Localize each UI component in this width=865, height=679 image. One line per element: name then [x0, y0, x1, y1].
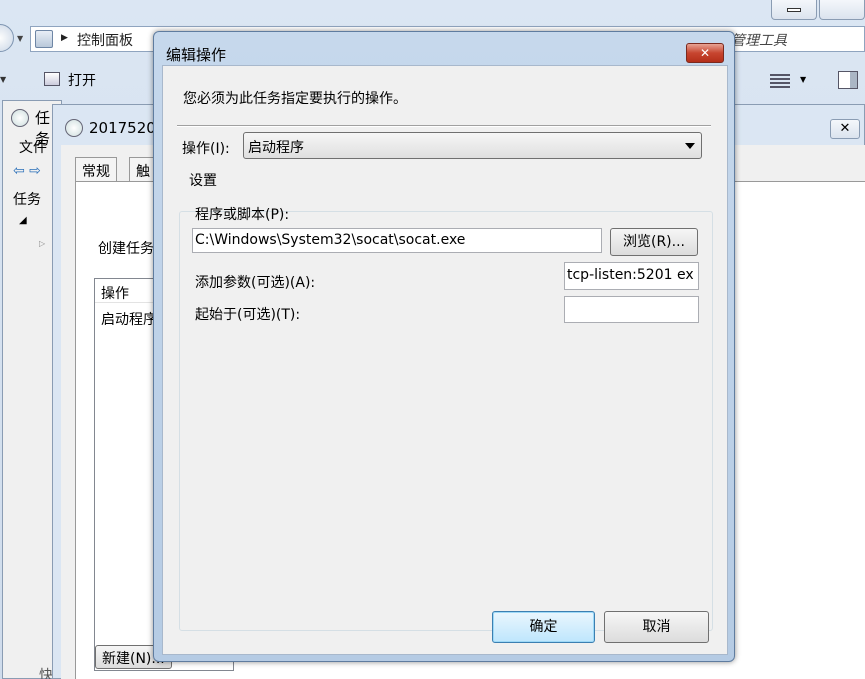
- minimize-button[interactable]: [771, 0, 817, 20]
- tree-root[interactable]: 任务: [13, 189, 41, 209]
- action-select[interactable]: 启动程序: [243, 132, 702, 159]
- preview-pane-icon[interactable]: [838, 71, 858, 89]
- dialog-title: 编辑操作: [166, 46, 227, 64]
- divider: [177, 125, 711, 127]
- control-panel-icon: [35, 30, 53, 48]
- breadcrumb-control-panel[interactable]: 控制面板: [77, 30, 133, 50]
- arguments-input[interactable]: tcp-listen:5201 ex: [564, 262, 699, 290]
- close-icon: ✕: [839, 121, 851, 136]
- window-controls: [769, 0, 865, 20]
- edit-action-dialog: 编辑操作 ✕ 您必须为此任务指定要执行的操作。 操作(I): 启动程序 设置 程…: [153, 31, 735, 662]
- ok-button[interactable]: 确定: [492, 611, 595, 643]
- action-label: 操作(I):: [182, 141, 230, 157]
- view-dropdown-icon[interactable]: ▼: [800, 75, 806, 84]
- view-list-icon[interactable]: [770, 72, 790, 88]
- actions-description: 创建任务: [98, 241, 154, 257]
- status-text: 快: [39, 668, 53, 679]
- back-arrow-icon[interactable]: ⇦ ⇨: [13, 163, 41, 179]
- menu-file[interactable]: 文件: [19, 137, 47, 157]
- clock-icon: [11, 109, 29, 127]
- cancel-button[interactable]: 取消: [604, 611, 709, 643]
- browse-button[interactable]: 浏览(R)...: [610, 228, 698, 256]
- back-button[interactable]: [0, 24, 14, 52]
- task-properties-title: 2017520: [89, 119, 156, 137]
- organize-dropdown-icon[interactable]: ▼: [0, 75, 6, 84]
- breadcrumb-arrow-icon[interactable]: ▶: [61, 33, 68, 43]
- list-item[interactable]: 启动程序: [101, 309, 157, 329]
- breadcrumb-admin-tools[interactable]: 管理工具: [731, 30, 787, 50]
- open-button[interactable]: 打开: [68, 70, 96, 90]
- start-in-input[interactable]: [564, 296, 699, 323]
- maximize-button[interactable]: [819, 0, 865, 20]
- close-button[interactable]: ✕: [830, 119, 860, 139]
- program-input[interactable]: C:\Windows\System32\socat\socat.exe: [192, 228, 602, 253]
- dialog-client: 您必须为此任务指定要执行的操作。 操作(I): 启动程序 设置 程序或脚本(P)…: [162, 65, 728, 655]
- action-select-value: 启动程序: [248, 140, 304, 156]
- dialog-prompt: 您必须为此任务指定要执行的操作。: [183, 91, 407, 107]
- open-icon: [44, 72, 60, 86]
- tree-expand-icon[interactable]: ◢: [19, 215, 27, 226]
- history-dropdown-icon[interactable]: ▼: [17, 34, 23, 43]
- clock-icon: [65, 119, 83, 137]
- close-icon: ✕: [699, 46, 711, 60]
- program-label: 程序或脚本(P):: [195, 207, 290, 223]
- arguments-label: 添加参数(可选)(A):: [195, 275, 316, 291]
- chevron-down-icon: [685, 143, 695, 149]
- minimize-icon: [787, 7, 801, 12]
- start-in-label: 起始于(可选)(T):: [195, 307, 301, 323]
- dialog-close-button[interactable]: ✕: [686, 43, 724, 63]
- settings-label: 设置: [186, 170, 220, 190]
- tree-collapsed-icon[interactable]: ▷: [39, 239, 45, 248]
- tab-general[interactable]: 常规: [75, 157, 117, 181]
